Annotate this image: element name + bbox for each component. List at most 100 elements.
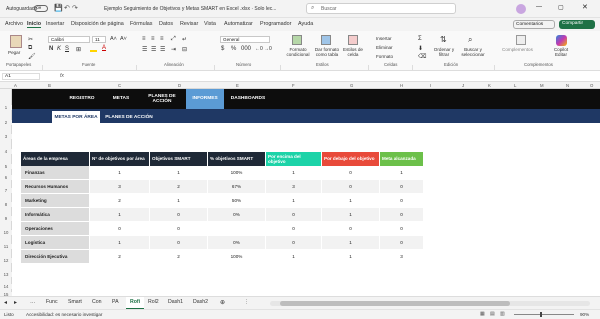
row-header[interactable]: 13 xyxy=(0,272,12,277)
menu-inicio[interactable]: Inicio xyxy=(27,21,42,28)
row-header[interactable]: 4 xyxy=(0,149,12,154)
cell-styles-icon[interactable] xyxy=(348,35,358,45)
row-header[interactable]: 12 xyxy=(0,258,12,263)
table-format-icon[interactable] xyxy=(321,35,331,45)
currency-icon[interactable]: $ xyxy=(221,46,224,52)
insert-cells-button[interactable]: Insertar xyxy=(376,36,392,41)
row-header[interactable]: 7 xyxy=(0,188,12,193)
indent-icon[interactable]: ⇥ xyxy=(171,46,176,53)
merge-icon[interactable]: ⊟ xyxy=(182,46,187,53)
row-header[interactable]: 2 xyxy=(0,120,12,125)
nav-dashboards[interactable]: DASHBOARDS xyxy=(226,89,270,109)
zoom-level[interactable]: 90% xyxy=(580,312,589,317)
clear-icon[interactable]: ⌫ xyxy=(418,53,426,60)
normal-view-icon[interactable]: ▦ xyxy=(480,311,485,317)
page-break-icon[interactable]: ▥ xyxy=(500,311,505,317)
more-sheets-icon[interactable]: … xyxy=(30,299,35,305)
row-header[interactable]: 8 xyxy=(0,202,12,207)
zoom-slider[interactable] xyxy=(514,312,574,317)
column-header[interactable]: F xyxy=(292,83,295,88)
scrollbar-thumb[interactable] xyxy=(280,301,510,306)
font-color-icon[interactable]: A xyxy=(102,45,106,51)
menu-archivo[interactable]: Archivo xyxy=(5,21,23,27)
subtab-metas-por-area[interactable]: METAS POR ÁREA xyxy=(52,111,100,123)
scroll-left-icon[interactable]: ◂ xyxy=(4,299,7,306)
cell-styles-button[interactable]: Estilos de celda xyxy=(342,47,364,57)
column-header[interactable]: I xyxy=(430,83,431,88)
sheet-tab-pa[interactable]: PA xyxy=(112,299,119,305)
find-select-button[interactable]: Buscar y seleccionar xyxy=(458,47,488,57)
row-header[interactable]: 10 xyxy=(0,230,12,235)
undo-icon[interactable]: ↶ xyxy=(64,4,70,12)
column-header[interactable]: C xyxy=(118,83,121,88)
save-icon[interactable]: 💾 xyxy=(54,4,63,12)
menu-revisar[interactable]: Revisar xyxy=(180,21,198,27)
orientation-icon[interactable]: ⤢ xyxy=(171,36,176,43)
increase-decimal-icon[interactable]: ←0 xyxy=(255,46,263,52)
conditional-format-icon[interactable] xyxy=(292,35,302,45)
sheet-tab-smart[interactable]: Smart xyxy=(68,299,82,305)
menu-disposicion[interactable]: Disposición de página xyxy=(71,21,124,27)
italic-icon[interactable]: K xyxy=(57,46,61,52)
autosave-toggle[interactable]: Off xyxy=(34,5,48,12)
sort-filter-button[interactable]: Ordenar y filtrar xyxy=(432,47,456,57)
column-header[interactable]: E xyxy=(236,83,239,88)
row-header[interactable]: 1 xyxy=(0,105,12,110)
scroll-right-icon[interactable]: ▸ xyxy=(14,299,17,306)
menu-formulas[interactable]: Fórmulas xyxy=(130,21,152,27)
column-header[interactable]: M xyxy=(540,83,544,88)
fill-icon[interactable]: ⬇ xyxy=(418,45,423,52)
format-painter-icon[interactable]: 🖌 xyxy=(28,53,36,60)
sheet-tab-dash1[interactable]: Dash1 xyxy=(168,299,183,305)
align-left-icon[interactable]: ☰ xyxy=(142,46,147,53)
borders-icon[interactable]: ⊞ xyxy=(76,46,81,53)
conditional-format-button[interactable]: Formato condicional xyxy=(284,47,312,57)
nav-registro[interactable]: REGISTRO xyxy=(62,89,102,109)
column-header[interactable]: J xyxy=(462,83,464,88)
column-header[interactable]: A xyxy=(14,83,17,88)
decrease-font-icon[interactable]: A˅ xyxy=(120,36,127,42)
horizontal-scrollbar[interactable] xyxy=(270,301,590,306)
thousands-icon[interactable]: 000 xyxy=(241,46,251,52)
tabs-more-icon[interactable]: ⋮ xyxy=(244,299,249,305)
sheet-tab-dash2[interactable]: Dash2 xyxy=(193,299,208,305)
column-header[interactable]: B xyxy=(48,83,51,88)
underline-icon[interactable]: S xyxy=(65,46,69,52)
nav-planes-de-accion[interactable]: PLANES DE ACCIÓN xyxy=(140,89,184,109)
bold-icon[interactable]: N xyxy=(49,46,53,52)
sheet-tab-rol2[interactable]: Rol2 xyxy=(148,299,159,305)
decrease-decimal-icon[interactable]: →0 xyxy=(264,46,272,52)
copy-icon[interactable]: ⧉ xyxy=(28,45,32,52)
autosum-icon[interactable]: Σ xyxy=(418,36,422,42)
column-header[interactable]: D xyxy=(178,83,181,88)
row-header[interactable]: 11 xyxy=(0,244,12,249)
delete-cells-button[interactable]: Eliminar xyxy=(376,45,393,50)
subtab-planes-de-accion[interactable]: PLANES DE ACCIÓN xyxy=(104,111,154,123)
format-cells-button[interactable]: Formato xyxy=(376,54,393,59)
align-right-icon[interactable]: ☰ xyxy=(160,46,165,53)
search-box[interactable]: ⌕ Buscar xyxy=(306,3,456,14)
sheet-tab-func[interactable]: Func xyxy=(46,299,58,305)
nav-metas[interactable]: METAS xyxy=(104,89,138,109)
close-icon[interactable]: ✕ xyxy=(582,3,588,11)
sheet-tab-rofi[interactable]: Rofi xyxy=(126,297,145,309)
menu-insertar[interactable]: Insertar xyxy=(46,21,64,27)
number-format-select[interactable]: General xyxy=(220,36,270,43)
copilot-button[interactable]: Copilot Editar xyxy=(548,47,574,57)
row-header[interactable]: 5 xyxy=(0,164,12,169)
wrap-text-icon[interactable]: ↵ xyxy=(182,36,187,43)
accessibility-status[interactable]: Accesibilidad: es necesario investigar xyxy=(26,312,102,317)
font-size-select[interactable]: 11 xyxy=(92,36,106,43)
maximize-icon[interactable]: ▢ xyxy=(558,4,564,11)
sheet-tab-con[interactable]: Con xyxy=(92,299,102,305)
fill-color-icon[interactable] xyxy=(90,47,97,52)
column-header[interactable]: O xyxy=(590,83,593,88)
row-header[interactable]: 3 xyxy=(0,134,12,139)
comments-button[interactable]: Comentarios xyxy=(513,20,555,29)
formula-input[interactable] xyxy=(72,73,592,80)
format-as-table-button[interactable]: Dar formato como tabla xyxy=(312,47,342,57)
share-button[interactable]: Compartir xyxy=(559,20,595,29)
row-header[interactable]: 14 xyxy=(0,284,12,289)
row-header[interactable]: 6 xyxy=(0,175,12,180)
align-bottom-icon[interactable]: ≡ xyxy=(160,36,164,42)
